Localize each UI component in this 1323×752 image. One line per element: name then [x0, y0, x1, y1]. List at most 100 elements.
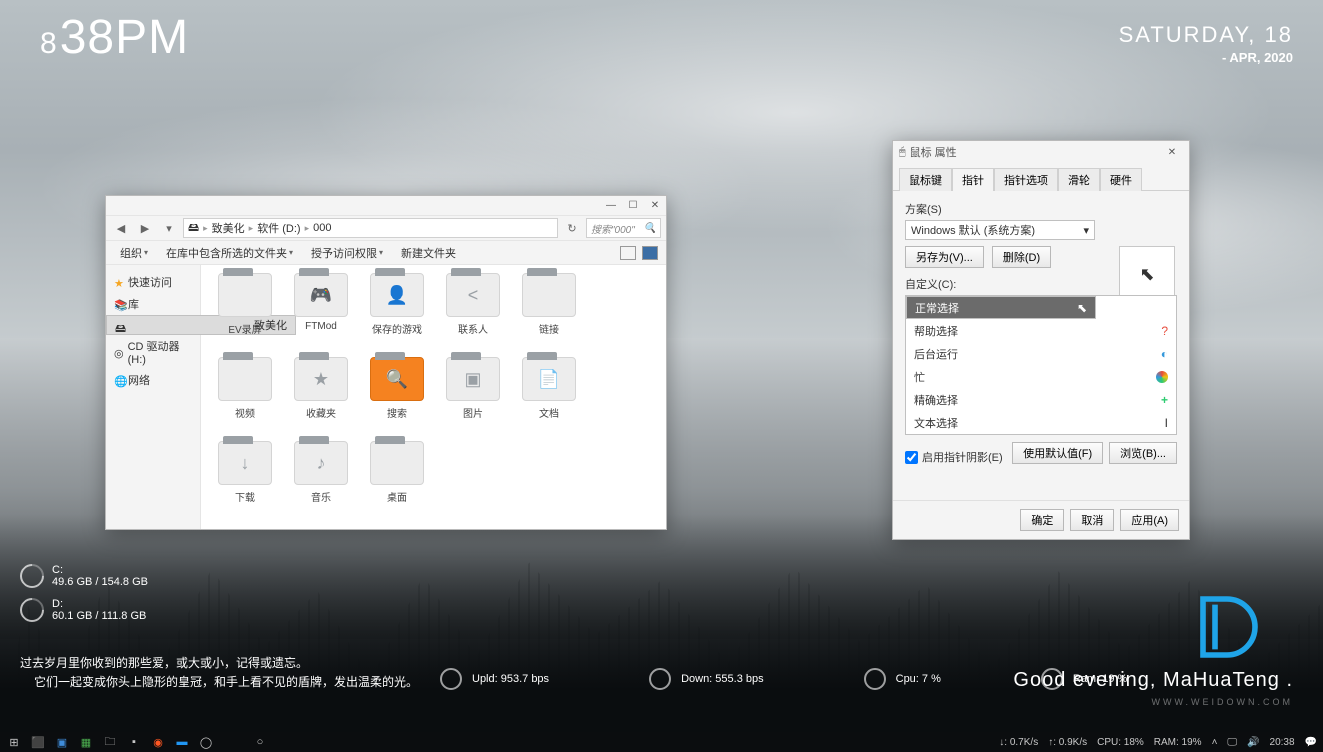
system-tray[interactable]: ↓: 0.7K/s ↑: 0.9K/s CPU: 18% RAM: 19% ˄ … [999, 737, 1317, 748]
taskbar-folder-icon[interactable]: 🗀 [102, 734, 118, 750]
file-item[interactable]: EV录屏 [209, 273, 281, 353]
share-button[interactable]: 授予访问权限▾ [305, 243, 389, 263]
cancel-button[interactable]: 取消 [1070, 509, 1114, 531]
taskbar-cortana-icon[interactable]: ○ [252, 734, 268, 750]
tray-volume-icon[interactable]: 🔊 [1247, 737, 1259, 748]
tab[interactable]: 硬件 [1100, 168, 1142, 191]
greeting-text: Good evening, MaHuaTeng . [1013, 669, 1293, 692]
file-item[interactable]: ♪音乐 [285, 441, 357, 521]
tab[interactable]: 指针 [952, 168, 994, 191]
sidebar-item[interactable]: 🌐网络 [106, 369, 200, 391]
minimize-button[interactable]: — [600, 196, 622, 214]
taskbar-chrome-icon[interactable]: ◯ [198, 734, 214, 750]
date-widget: SATURDAY, 18 - APR, 2020 [1119, 22, 1293, 65]
date-month: - APR, 2020 [1119, 50, 1293, 65]
use-default-button[interactable]: 使用默认值(F) [1012, 442, 1103, 464]
apply-button[interactable]: 应用(A) [1120, 509, 1179, 531]
file-grid: EV录屏🎮FTMod👤保存的游戏<联系人链接视频★收藏夹🔍搜索▣图片📄文档 ↓下载… [201, 265, 666, 529]
taskbar-app1-icon[interactable]: ▣ [54, 734, 70, 750]
tray-notification-icon[interactable]: 💬 [1305, 737, 1317, 748]
pointer-list-item[interactable]: 后台运行◐ [906, 342, 1176, 365]
up-button[interactable]: ▾ [159, 218, 179, 238]
pointer-preview: ⬉ [1119, 246, 1175, 302]
ring-icon [15, 593, 49, 627]
clock-hour: 8 [40, 27, 58, 61]
dialog-titlebar[interactable]: 🖱 鼠标 属性 ✕ [893, 141, 1189, 163]
file-item[interactable]: 链接 [513, 273, 585, 353]
pointer-panel: 方案(S) Windows 默认 (系统方案) ▾ 另存为(V)... 删除(D… [893, 191, 1189, 500]
drives-widget: C:49.6 GB / 154.8 GB D:60.1 GB / 111.8 G… [20, 564, 148, 632]
close-button[interactable]: ✕ [644, 196, 666, 214]
mouse-icon: 🖱 [899, 146, 906, 159]
close-button[interactable]: ✕ [1161, 143, 1183, 161]
ok-button[interactable]: 确定 [1020, 509, 1064, 531]
stat-download: Down: 555.3 bps [649, 668, 764, 690]
stat-cpu: Cpu: 7 % [864, 668, 941, 690]
shadow-checkbox[interactable]: 启用指针阴影(E) [905, 449, 1003, 465]
file-item[interactable]: ▣图片 [437, 357, 509, 437]
mouse-properties-dialog: 🖱 鼠标 属性 ✕ 鼠标键指针指针选项滑轮硬件 方案(S) Windows 默认… [892, 140, 1190, 540]
file-item[interactable]: 📄文档 [513, 357, 585, 437]
taskbar-app2-icon[interactable]: ▦ [78, 734, 94, 750]
address-bar: ◀ ▶ ▾ 🖴 ▸ 致美化▸ 软件 (D:)▸ 000 ↻ 搜索"000" 🔍 [106, 216, 666, 242]
tab[interactable]: 鼠标键 [899, 168, 952, 191]
file-item[interactable]: 🔍搜索 [361, 357, 433, 437]
include-library-button[interactable]: 在库中包含所选的文件夹▾ [160, 243, 299, 263]
tray-up-icon[interactable]: ˄ [1212, 737, 1218, 748]
drive-icon: 🖴 [188, 219, 199, 238]
sidebar-item[interactable]: 📚库 [106, 293, 200, 315]
pointer-list-item[interactable]: 精确选择+ [906, 388, 1176, 411]
sidebar-item[interactable]: ★快速访问 [106, 271, 200, 293]
taskbar-app3-icon[interactable]: ◉ [150, 734, 166, 750]
taskbar[interactable]: ⊞ ⬛ ▣ ▦ 🗀 ▪ ◉ ▬ ◯ ○ ↓: 0.7K/s ↑: 0.9K/s … [0, 732, 1323, 752]
back-button[interactable]: ◀ [111, 218, 131, 238]
dialog-tabs: 鼠标键指针指针选项滑轮硬件 [893, 163, 1189, 191]
drive-c: C:49.6 GB / 154.8 GB [20, 564, 148, 588]
file-item[interactable]: 👤保存的游戏 [361, 273, 433, 353]
dialog-actions: 确定 取消 应用(A) [893, 500, 1189, 539]
clock-minute: 38 [60, 10, 115, 65]
chevron-down-icon: ▾ [1083, 224, 1089, 237]
tray-monitor-icon[interactable]: 🖵 [1227, 737, 1237, 748]
forward-button[interactable]: ▶ [135, 218, 155, 238]
taskbar-terminal-icon[interactable]: ▪ [126, 734, 142, 750]
view-button[interactable] [620, 246, 636, 260]
stat-upload: Upld: 953.7 bps [440, 668, 549, 690]
pointer-list-item[interactable]: 忙 [906, 365, 1176, 388]
tab[interactable]: 滑轮 [1058, 168, 1100, 191]
drive-d: D:60.1 GB / 111.8 GB [20, 598, 148, 622]
organize-button[interactable]: 组织▾ [114, 243, 154, 263]
breadcrumb[interactable]: 🖴 ▸ 致美化▸ 软件 (D:)▸ 000 [183, 218, 558, 238]
tab[interactable]: 指针选项 [994, 168, 1058, 191]
file-item[interactable]: ★收藏夹 [285, 357, 357, 437]
explorer-titlebar[interactable]: — ☐ ✕ [106, 196, 666, 216]
pointer-list-item[interactable]: 正常选择⬉ [906, 296, 1096, 319]
start-button[interactable]: ⊞ [6, 734, 22, 750]
pointer-list-item[interactable]: 文本选择I [906, 411, 1176, 434]
watermark-text: WWW.WEIDOWN.COM [1152, 697, 1293, 707]
taskbar-office-icon[interactable]: ⬛ [30, 734, 46, 750]
file-item[interactable]: ↓下载 [209, 441, 281, 521]
explorer-window: — ☐ ✕ ◀ ▶ ▾ 🖴 ▸ 致美化▸ 软件 (D:)▸ 000 ↻ 搜索"0… [105, 195, 667, 530]
browse-button[interactable]: 浏览(B)... [1109, 442, 1177, 464]
file-item[interactable]: 视频 [209, 357, 281, 437]
file-item[interactable]: 🎮FTMod [285, 273, 357, 353]
quote-widget: 过去岁月里你收到的那些爱，或大或小，记得或遗忘。 它们一起变成你头上隐形的皇冠，… [20, 654, 418, 692]
new-folder-button[interactable]: 新建文件夹 [395, 243, 462, 263]
explorer-sidebar: ★快速访问📚库🖴致美化◎CD 驱动器 (H:)🌐网络 [106, 265, 201, 529]
explorer-toolbar: 组织▾ 在库中包含所选的文件夹▾ 授予访问权限▾ 新建文件夹 [106, 241, 666, 265]
help-button[interactable] [642, 246, 658, 260]
scheme-select[interactable]: Windows 默认 (系统方案) ▾ [905, 220, 1095, 240]
search-input[interactable]: 搜索"000" 🔍 [586, 218, 661, 238]
file-item[interactable]: 桌面 [361, 441, 433, 521]
taskbar-app4-icon[interactable]: ▬ [174, 734, 190, 750]
save-as-button[interactable]: 另存为(V)... [905, 246, 984, 268]
maximize-button[interactable]: ☐ [622, 196, 644, 214]
file-item[interactable]: <联系人 [437, 273, 509, 353]
sidebar-item[interactable]: ◎CD 驱动器 (H:) [106, 335, 200, 369]
delete-button[interactable]: 删除(D) [992, 246, 1051, 268]
refresh-button[interactable]: ↻ [562, 218, 582, 238]
ring-icon [15, 559, 49, 593]
pointer-list-item[interactable]: 帮助选择? [906, 319, 1176, 342]
pointer-list[interactable]: 正常选择⬉帮助选择?后台运行◐忙精确选择+文本选择I [905, 295, 1177, 435]
